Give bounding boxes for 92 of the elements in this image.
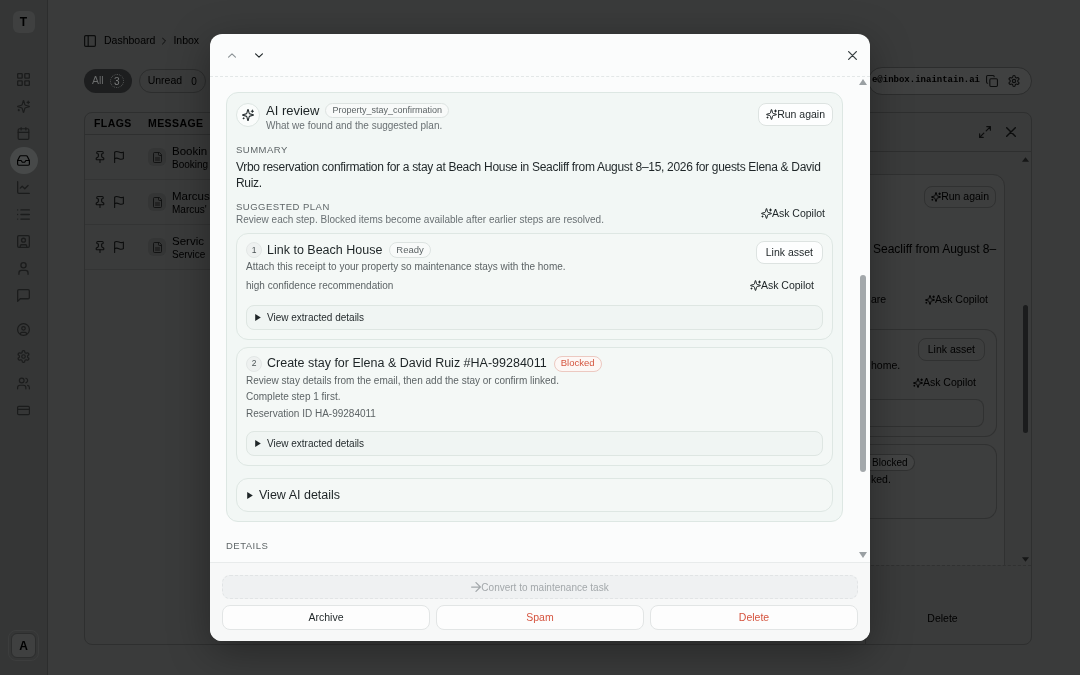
nav-button[interactable]	[9, 147, 38, 174]
step-number: 1	[246, 242, 262, 258]
sidebar-toggle-icon[interactable]	[84, 35, 96, 47]
step-title: Create stay for Elena & David Ruiz #HA-99284011	[267, 355, 547, 373]
chart-icon	[17, 181, 30, 194]
summary-text: Seacliff from August 8–	[872, 242, 997, 256]
step-title: Link to Beach House	[267, 241, 383, 259]
settings-icon[interactable]	[1008, 75, 1020, 87]
inbox-icon	[17, 154, 30, 167]
action-button[interactable]: Archive	[222, 605, 430, 630]
sparkles-icon	[931, 192, 942, 202]
scroll-up-arrow-icon[interactable]	[859, 79, 867, 85]
run-again-button[interactable]: Run again	[758, 103, 833, 126]
review-subtitle: What we found and the suggested plan.	[266, 120, 443, 132]
message-title: Marcus	[172, 188, 210, 203]
status-badge: Ready	[389, 242, 431, 258]
flag-icon[interactable]	[114, 241, 124, 253]
contact-card-icon	[17, 235, 30, 248]
link-asset-button[interactable]: Link asset	[755, 241, 823, 264]
scroll-up-arrow-icon[interactable]	[1021, 157, 1029, 162]
disclosure-button[interactable]: View extracted details	[246, 431, 823, 456]
action-button[interactable]: Spam	[436, 605, 644, 630]
confidence-note: high confidence recommendation	[246, 279, 394, 293]
sparkles-icon	[912, 378, 923, 388]
flag-icon[interactable]	[114, 196, 124, 208]
chevron-right-icon	[162, 37, 167, 45]
step-description: ked.	[870, 472, 891, 487]
copy-icon[interactable]	[986, 75, 998, 87]
sparkles-icon	[760, 208, 772, 219]
arrow-right-icon	[471, 582, 482, 592]
step-description: home.	[870, 357, 901, 373]
breadcrumb-current: Inbox	[173, 33, 200, 49]
triangle-right-icon	[255, 313, 261, 321]
ask-copilot-button[interactable]: Ask Copilot	[760, 205, 825, 222]
section-label: SUMMARY	[236, 144, 288, 156]
close-icon[interactable]	[847, 50, 857, 60]
review-title: AI review	[266, 101, 320, 120]
section-label: DETAILS	[226, 540, 269, 552]
status-badge: Blocked	[553, 355, 602, 372]
list-icon	[17, 208, 30, 221]
expand-icon[interactable]	[979, 126, 991, 138]
category-tag: Property_stay_confirmation	[325, 103, 450, 118]
credit-card-icon	[17, 404, 30, 417]
chevron-down-icon[interactable]	[255, 52, 263, 58]
user-circle-icon	[17, 323, 30, 336]
column-header: FLAGS	[93, 115, 133, 131]
step-number: 2	[246, 355, 262, 372]
step-description: Reservation ID HA-99284011	[246, 406, 376, 421]
message-preview: Marcus'	[172, 202, 208, 216]
triangle-right-icon	[247, 491, 253, 499]
sparkles-icon	[236, 103, 260, 127]
step-description: Attach this receipt to your property so maintenance stays with the home.	[246, 260, 566, 274]
scrollbar-thumb[interactable]	[860, 275, 866, 472]
ask-copilot-button[interactable]: Ask Copilot	[749, 277, 814, 294]
message-title: Servic	[172, 233, 205, 248]
layout-grid-icon	[17, 73, 30, 86]
settings-icon	[17, 350, 30, 363]
users-icon	[17, 377, 30, 390]
step-description: Review stay details from the email, then add the stay or confirm linked.	[246, 373, 559, 388]
pin-icon[interactable]	[95, 196, 105, 208]
chat-icon	[17, 289, 30, 302]
status-badge: Blocked	[867, 454, 915, 471]
document-icon	[148, 148, 166, 166]
user-icon	[17, 262, 30, 275]
sparkles-icon	[749, 280, 761, 291]
disclosure-button[interactable]: View AI details	[236, 478, 833, 512]
sparkles-icon	[17, 100, 30, 113]
sparkles-icon	[924, 295, 935, 305]
logo: T	[12, 11, 35, 33]
triangle-right-icon	[255, 440, 261, 447]
disclosure-button[interactable]: View extracted details	[246, 304, 823, 330]
filter-tab[interactable]: All 3	[84, 69, 132, 93]
plan-note: Review each step. Blocked items become available after earlier steps are resolved.	[236, 214, 604, 226]
chevron-up-icon[interactable]	[228, 52, 236, 58]
flag-icon[interactable]	[114, 151, 124, 163]
pin-icon[interactable]	[95, 151, 105, 163]
message-preview: Booking	[172, 157, 209, 171]
step-description: Complete step 1 first.	[246, 390, 341, 404]
document-icon	[148, 238, 166, 256]
email-address: e@inbox.inaintain.ai	[871, 74, 980, 88]
scroll-down-arrow-icon[interactable]	[1021, 557, 1029, 562]
calendar-icon	[17, 127, 30, 140]
scroll-down-arrow-icon[interactable]	[859, 552, 867, 558]
message-title: Bookin	[172, 143, 209, 158]
action-button[interactable]: Delete	[650, 605, 858, 630]
sparkles-icon	[766, 109, 778, 120]
summary-text: Vrbo reservation confirmation for a stay at Beach House in Seacliff from August 8–15, 2026 for guests Elena & David Ruiz.	[236, 159, 822, 191]
document-icon	[148, 193, 166, 211]
column-header: MESSAGE	[148, 115, 204, 131]
section-label: SUGGESTED PLAN	[236, 201, 330, 213]
pin-icon[interactable]	[95, 241, 105, 253]
scrollbar-thumb[interactable]	[1022, 305, 1028, 433]
